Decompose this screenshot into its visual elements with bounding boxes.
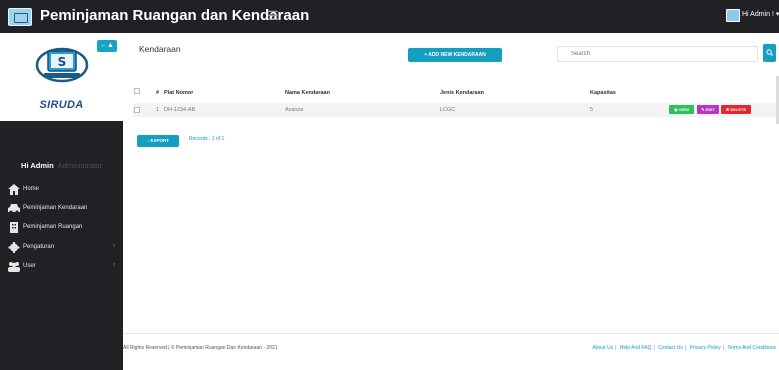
brand-panel: S SIRUDA ←▲ xyxy=(0,33,123,121)
footer-copyright: All Rights Reserved | © Peminjaman Ruang… xyxy=(123,345,278,351)
page-title: Kendaraan xyxy=(139,44,181,54)
column-header-jenis-kendaraan: Jenis Kendaraan xyxy=(440,90,485,96)
table-header: # Plat Nomor Nama Kendaraan Jenis Kendar… xyxy=(123,84,779,104)
greeting-role: Administrator xyxy=(57,161,102,170)
hamburger-icon[interactable]: ☰ xyxy=(267,8,279,24)
user-avatar[interactable] xyxy=(726,9,740,22)
brand-name: SIRUDA xyxy=(39,99,84,111)
sidebar-toggle-button[interactable]: ←▲ xyxy=(97,40,117,52)
footer-link-help[interactable]: Help And FAQ xyxy=(620,345,652,351)
car-icon xyxy=(8,204,20,214)
edit-button[interactable]: ✎ EDIT xyxy=(697,105,719,114)
sidebar-item-home[interactable]: Home xyxy=(0,181,123,201)
app-logo-icon xyxy=(8,8,32,26)
footer: All Rights Reserved | © Peminjaman Ruang… xyxy=(123,333,779,370)
home-icon xyxy=(8,184,20,195)
sidebar-item-peminjaman-kendaraan[interactable]: Peminjaman Kendaraan xyxy=(0,200,123,220)
sidebar-item-label: Pengaturan xyxy=(23,244,55,250)
search-icon xyxy=(766,49,773,56)
gear-icon xyxy=(8,242,20,253)
siruda-logo-icon: S xyxy=(35,47,89,83)
sidebar-item-user[interactable]: User ‹ xyxy=(0,258,123,278)
column-header-plat-nomor: Plat Nomor xyxy=(164,90,194,96)
export-button[interactable]: ↓ EXPORT xyxy=(137,135,179,147)
add-new-kendaraan-button[interactable]: + ADD NEW KENDARAAN xyxy=(408,48,502,62)
users-icon xyxy=(8,262,20,272)
sidebar-item-label: Peminjaman Kendaraan xyxy=(23,205,88,211)
user-menu-dropdown[interactable]: Hi Admin ! ▾ xyxy=(742,10,779,18)
cell-jenis-kendaraan: LCGC xyxy=(440,107,456,113)
search-input[interactable] xyxy=(557,46,758,62)
footer-link-about[interactable]: About Us xyxy=(593,345,614,351)
cell-plat-nomor: DH-1234-AB xyxy=(164,107,196,113)
top-navbar: Peminjaman Ruangan dan Kendaraan ☰ Hi Ad… xyxy=(0,0,779,33)
sidebar-item-label: User xyxy=(23,263,36,269)
search-button[interactable] xyxy=(763,44,776,62)
delete-button[interactable]: ✖ DELETE xyxy=(721,105,751,114)
svg-text:S: S xyxy=(58,55,67,69)
sidebar-item-pengaturan[interactable]: Pengaturan ‹ xyxy=(0,239,123,259)
cell-no: 1 xyxy=(156,107,160,113)
footer-links: About Us | Help And FAQ | Contact Us | Priv… xyxy=(592,345,777,351)
chevron-left-icon: ‹ xyxy=(113,262,115,268)
column-header-no: # xyxy=(156,90,160,96)
column-header-kapasitas: Kapasitas xyxy=(590,90,616,96)
sidebar-item-label: Home xyxy=(23,186,40,192)
sidebar-greeting: Hi Admin Administrator xyxy=(0,161,123,170)
view-button[interactable]: ◉ VIEW xyxy=(669,105,694,114)
greeting-name: Hi Admin xyxy=(21,161,54,170)
chevron-left-icon: ‹ xyxy=(113,243,115,249)
footer-link-privacy[interactable]: Privacy Policy xyxy=(690,345,721,351)
cell-nama-kendaraan: Avanza xyxy=(285,107,304,113)
select-all-checkbox[interactable] xyxy=(134,88,140,94)
row-checkbox[interactable] xyxy=(134,107,140,113)
table-row: 1 DH-1234-AB Avanza LCGC 5 ◉ VIEW ✎ EDIT… xyxy=(133,103,779,117)
cell-kapasitas: 5 xyxy=(590,107,594,113)
footer-link-contact[interactable]: Contact Us xyxy=(658,345,683,351)
building-icon xyxy=(10,222,18,233)
footer-link-terms[interactable]: Terms And Conditions xyxy=(727,345,776,351)
sidebar-item-peminjaman-ruangan[interactable]: Peminjaman Ruangan xyxy=(0,219,123,239)
sidebar-item-label: Peminjaman Ruangan xyxy=(23,224,83,230)
user-menu-label: Hi Admin ! xyxy=(742,11,774,18)
sidebar: S SIRUDA ←▲ Hi Admin Administrator Home … xyxy=(0,33,123,370)
main-content: Kendaraan + ADD NEW KENDARAAN # Plat Nom… xyxy=(123,33,779,370)
column-header-nama-kendaraan: Nama Kendaraan xyxy=(285,90,330,96)
records-count: Records : 1 of 1 xyxy=(189,136,225,142)
